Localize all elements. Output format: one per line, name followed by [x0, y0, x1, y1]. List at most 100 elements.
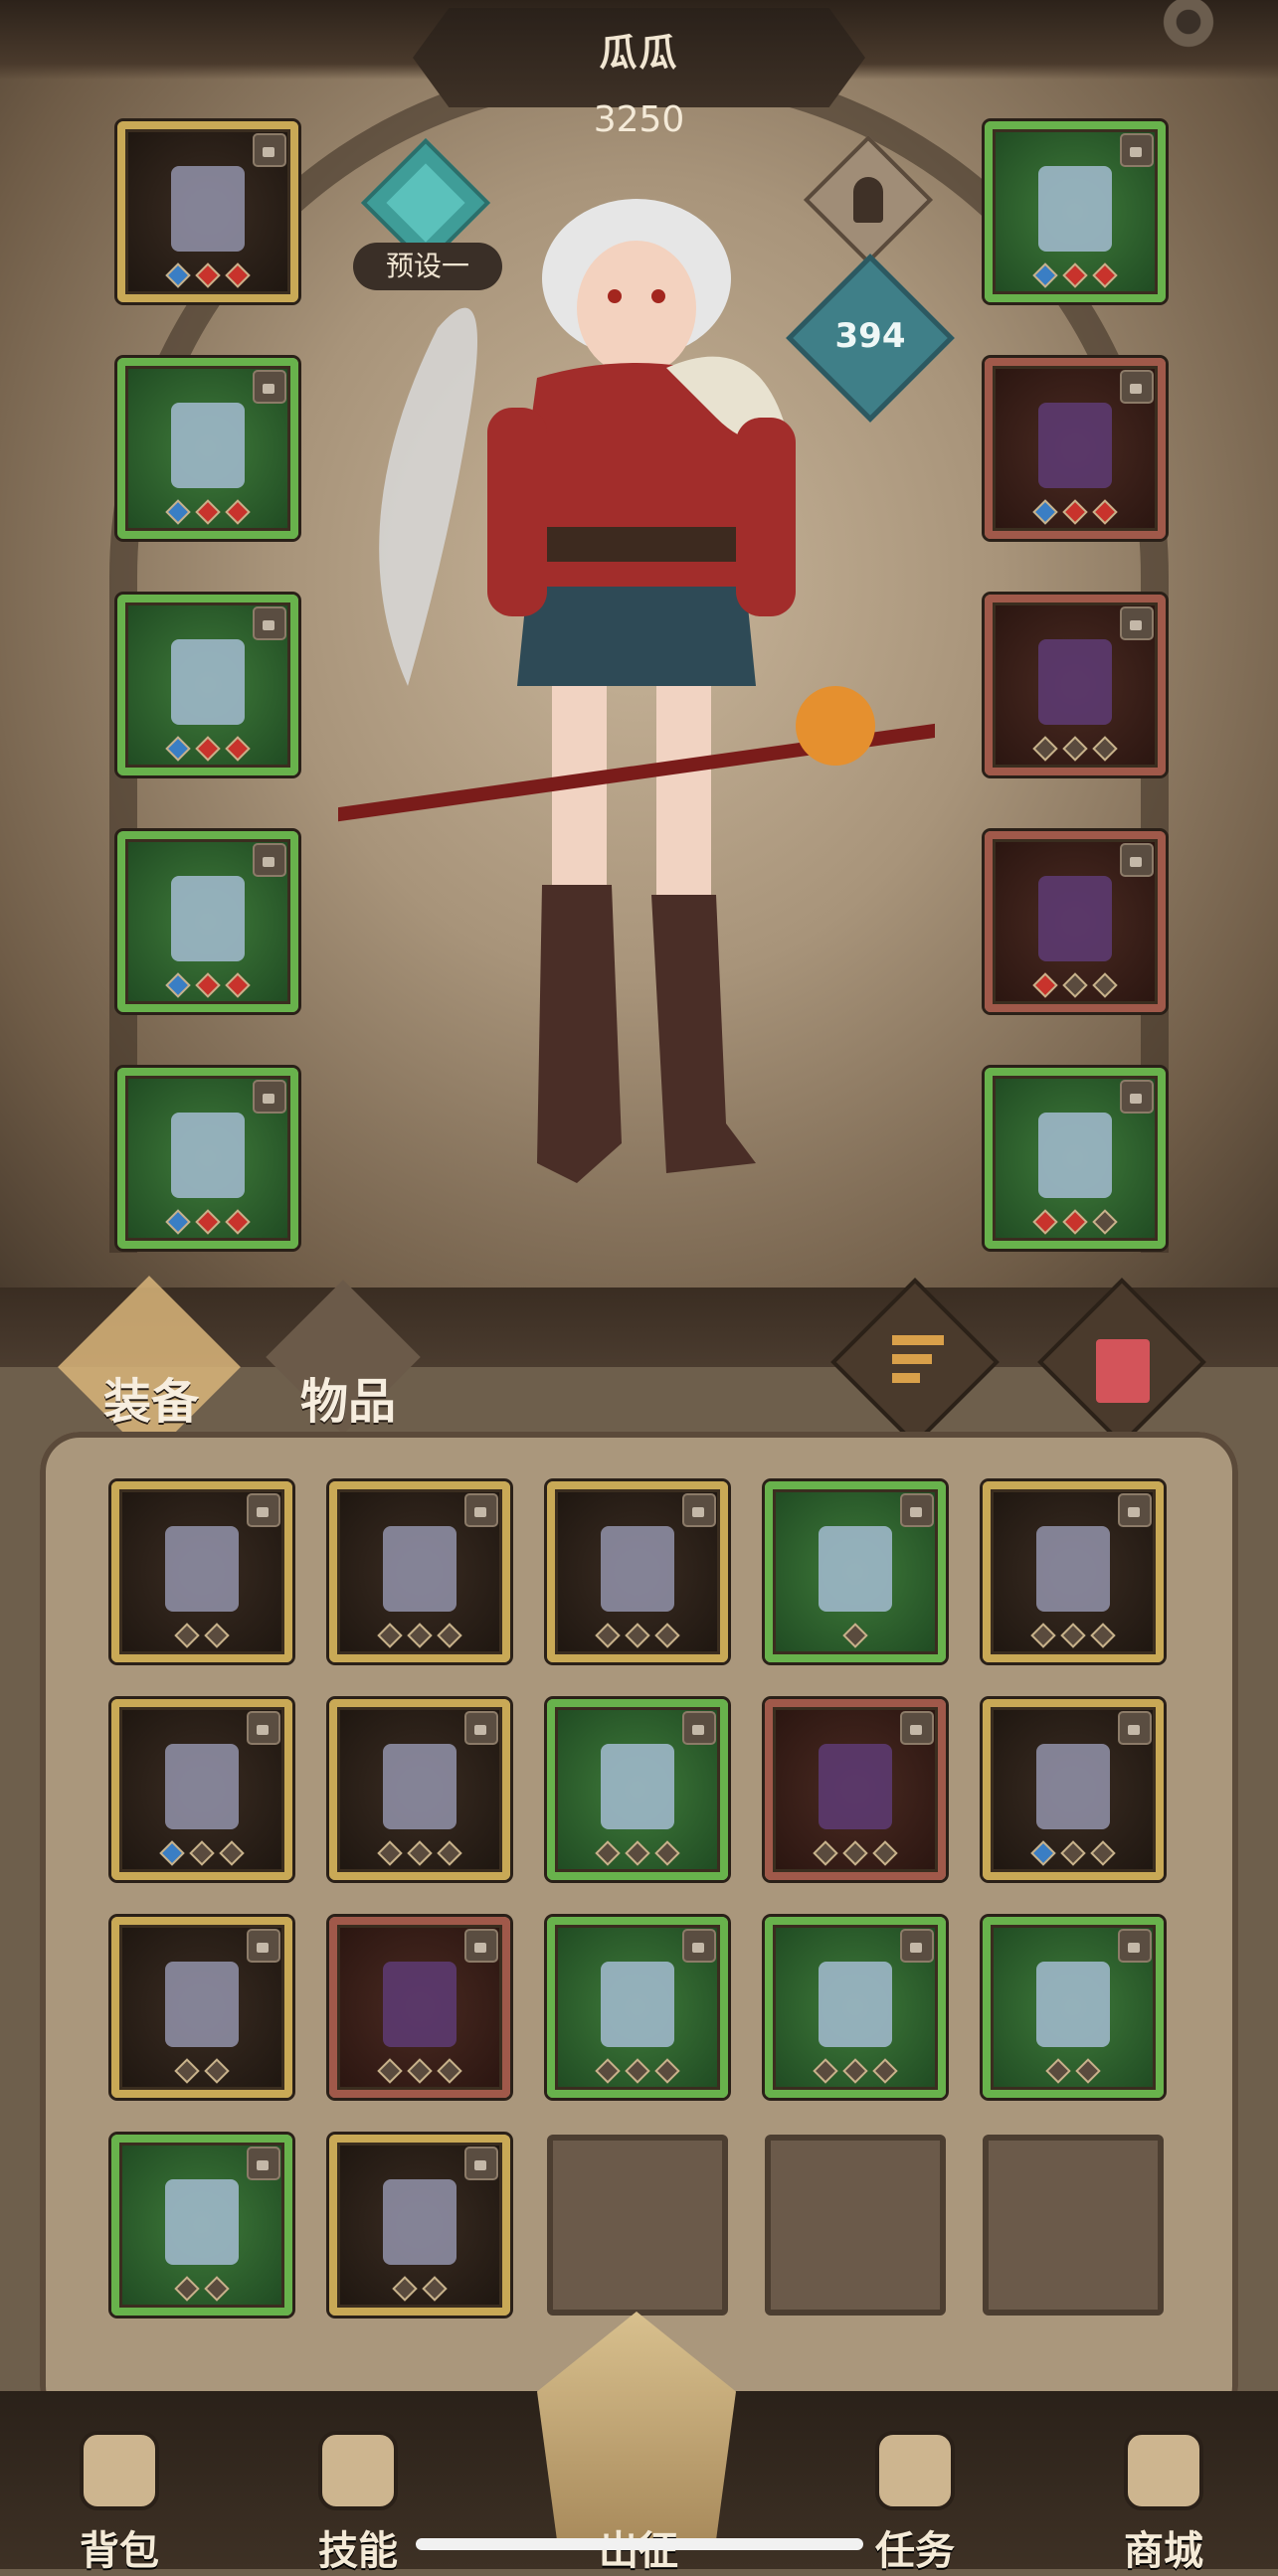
lock-icon[interactable] [253, 133, 286, 167]
gem-sockets [337, 2058, 502, 2084]
helmet-slot[interactable] [985, 358, 1166, 539]
cape-slot[interactable] [117, 121, 298, 302]
sword-item[interactable] [983, 1699, 1164, 1880]
gem-socket-icon [195, 262, 221, 288]
armor-item[interactable] [547, 1917, 728, 2098]
gem-socket-icon [195, 972, 221, 998]
gem-socket-icon [377, 1840, 403, 1866]
staff-item[interactable] [111, 1481, 292, 1662]
lock-icon[interactable] [900, 1711, 934, 1745]
gem-socket-icon [1032, 972, 1058, 998]
lock-icon[interactable] [1120, 843, 1154, 877]
gem-socket-icon [225, 736, 251, 762]
lock-icon[interactable] [253, 606, 286, 640]
lock-icon[interactable] [1118, 1929, 1152, 1963]
helmet-item[interactable] [547, 1699, 728, 1880]
ring-item[interactable] [111, 1699, 292, 1880]
necklace-item[interactable] [765, 1481, 946, 1662]
lock-icon[interactable] [1118, 1493, 1152, 1527]
tab-items[interactable]: 物品 [300, 1362, 396, 1432]
staff-slot[interactable] [985, 1068, 1166, 1249]
lock-icon[interactable] [900, 1929, 934, 1963]
gem-socket-icon [1030, 1623, 1056, 1648]
amulet-item[interactable] [329, 1917, 510, 2098]
armor-slot[interactable] [117, 358, 298, 539]
gem-socket-icon [872, 2058, 898, 2084]
gem-socket-icon [407, 2058, 433, 2084]
lock-icon[interactable] [464, 1929, 498, 1963]
lock-icon[interactable] [1118, 1711, 1152, 1745]
necklace-slot[interactable] [985, 121, 1166, 302]
gem-socket-icon [625, 2058, 650, 2084]
gem-socket-icon [595, 1623, 621, 1648]
lock-icon[interactable] [1120, 133, 1154, 167]
gem-socket-icon [1060, 1840, 1086, 1866]
gem-socket-icon [189, 1840, 215, 1866]
lock-icon[interactable] [900, 1493, 934, 1527]
lock-icon[interactable] [1120, 1080, 1154, 1114]
nav-shop-label: 商城 [1124, 2528, 1203, 2574]
gem-socket-icon [174, 1623, 200, 1648]
lock-icon[interactable] [682, 1493, 716, 1527]
gem-socket-icon [195, 499, 221, 525]
empty-slot[interactable] [765, 2135, 946, 2316]
gem-socket-icon [1045, 2058, 1071, 2084]
lock-icon[interactable] [253, 843, 286, 877]
character-name: 瓜瓜 [599, 31, 679, 75]
gem-socket-icon [1075, 2058, 1101, 2084]
lock-icon[interactable] [247, 2147, 280, 2180]
lock-icon[interactable] [247, 1929, 280, 1963]
nav-shop[interactable]: 商城 [1074, 2391, 1253, 2574]
gem-socket-icon [225, 262, 251, 288]
gem-sockets [991, 1623, 1156, 1648]
lock-icon[interactable] [682, 1711, 716, 1745]
gauntlet-item[interactable] [765, 1699, 946, 1880]
gem-sockets [125, 972, 290, 998]
gem-socket-icon [225, 499, 251, 525]
gem-socket-icon [437, 1623, 462, 1648]
gem-socket-icon [392, 2276, 418, 2302]
quest-scroll-icon [875, 2431, 955, 2510]
sword-icon [1036, 1525, 1110, 1612]
gem-socket-icon [165, 972, 191, 998]
lock-icon[interactable] [253, 370, 286, 404]
empty-slot[interactable] [547, 2135, 728, 2316]
lock-icon[interactable] [464, 1711, 498, 1745]
boots-slot[interactable] [117, 1068, 298, 1249]
lock-icon[interactable] [1120, 370, 1154, 404]
nav-backpack[interactable]: 背包 [30, 2391, 209, 2574]
pendant-item[interactable] [547, 1481, 728, 1662]
gem-sockets [125, 1209, 290, 1235]
lock-icon[interactable] [247, 1711, 280, 1745]
gem-socket-icon [595, 1840, 621, 1866]
lock-icon[interactable] [1120, 606, 1154, 640]
sword-item[interactable] [329, 1481, 510, 1662]
gem-socket-icon [1092, 972, 1118, 998]
lock-icon[interactable] [253, 1080, 286, 1114]
lock-icon[interactable] [464, 2147, 498, 2180]
tab-equipment[interactable]: 装备 [103, 1362, 199, 1432]
ring-slot[interactable] [985, 595, 1166, 775]
spear-item[interactable] [329, 1699, 510, 1880]
sword-slot[interactable] [985, 831, 1166, 1012]
gloves-slot[interactable] [117, 831, 298, 1012]
cape-icon [171, 165, 245, 252]
bracer-slot[interactable] [117, 595, 298, 775]
bracer-item[interactable] [983, 1917, 1164, 2098]
empty-slot[interactable] [983, 2135, 1164, 2316]
gem-socket-icon [204, 2276, 230, 2302]
lock-icon[interactable] [464, 1493, 498, 1527]
gem-socket-icon [625, 1840, 650, 1866]
home-indicator[interactable] [416, 2538, 863, 2550]
gem-socket-icon [225, 972, 251, 998]
sword-item[interactable] [329, 2135, 510, 2316]
gem-socket-icon [377, 2058, 403, 2084]
lock-icon[interactable] [682, 1929, 716, 1963]
sword-item[interactable] [111, 1917, 292, 2098]
gem-socket-icon [225, 1209, 251, 1235]
skirt-item[interactable] [111, 2135, 292, 2316]
boots-item[interactable] [765, 1917, 946, 2098]
lock-icon[interactable] [247, 1493, 280, 1527]
sword-item[interactable] [983, 1481, 1164, 1662]
gem-socket-icon [195, 1209, 221, 1235]
